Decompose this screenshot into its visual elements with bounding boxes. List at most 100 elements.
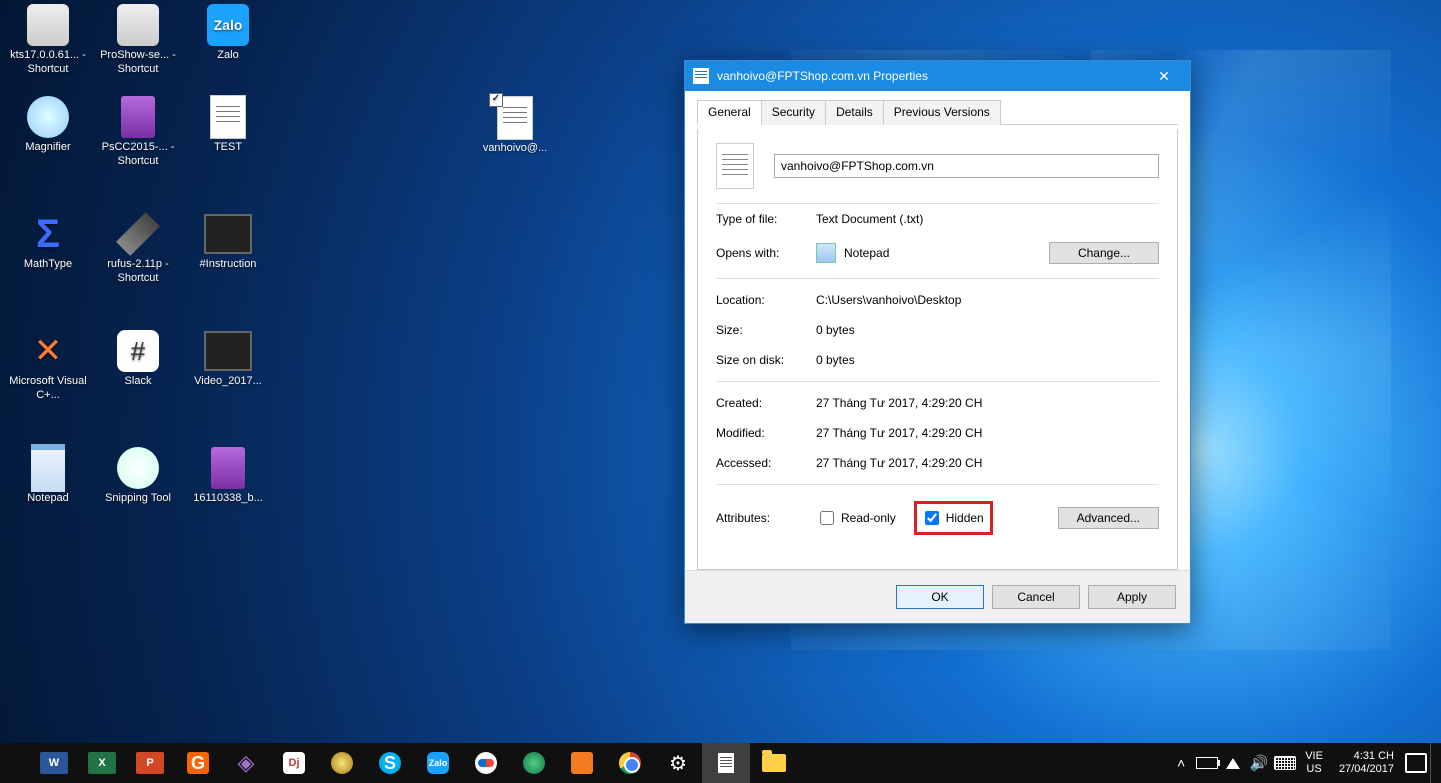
sigma-icon: Σ bbox=[36, 212, 60, 257]
apply-button[interactable]: Apply bbox=[1088, 585, 1176, 609]
desktop[interactable]: kts17.0.0.61... - Shortcut ProShow-se...… bbox=[0, 0, 1441, 783]
show-desktop-button[interactable] bbox=[1430, 743, 1437, 783]
modified-label: Modified: bbox=[716, 426, 816, 440]
tray-language[interactable]: VIE US bbox=[1299, 750, 1329, 776]
taskbar-zalo[interactable]: Zalo bbox=[414, 743, 462, 783]
teamviewer-icon bbox=[475, 752, 497, 774]
desktop-icon-rufus[interactable]: rufus-2.11p - Shortcut bbox=[93, 209, 183, 296]
close-button[interactable]: ✕ bbox=[1142, 61, 1186, 91]
desktop-icon-magnifier[interactable]: Magnifier bbox=[3, 92, 93, 179]
notification-icon bbox=[1405, 753, 1427, 773]
g-icon: G bbox=[187, 752, 209, 774]
tray-wifi[interactable] bbox=[1221, 743, 1245, 783]
taskbar-idm[interactable] bbox=[318, 743, 366, 783]
hidden-checkbox-wrap[interactable]: Hidden bbox=[921, 508, 984, 528]
desktop-icon-mathtype[interactable]: ΣMathType bbox=[3, 209, 93, 296]
hidden-checkbox[interactable] bbox=[925, 511, 939, 525]
taskbar: W X P G ◈ Dj S Zalo ⚙ ˄ 🔊 VIE US bbox=[0, 743, 1441, 783]
type-value: Text Document (.txt) bbox=[816, 212, 1159, 226]
desktop-icon-video2017[interactable]: Video_2017... bbox=[183, 326, 273, 413]
ok-button[interactable]: OK bbox=[896, 585, 984, 609]
taskbar-excel[interactable]: X bbox=[78, 743, 126, 783]
tab-security[interactable]: Security bbox=[761, 100, 826, 125]
tray-notifications[interactable] bbox=[1404, 743, 1428, 783]
scissors-icon bbox=[117, 447, 159, 489]
slack-icon: # bbox=[117, 330, 159, 372]
tray-volume[interactable]: 🔊 bbox=[1247, 743, 1271, 783]
green-app-icon bbox=[523, 752, 545, 774]
dialog-titlebar[interactable]: vanhoivo@FPTShop.com.vn Properties ✕ bbox=[685, 61, 1190, 91]
desktop-icon-msvc[interactable]: ✕Microsoft Visual C+... bbox=[3, 326, 93, 413]
desktop-icon-zalo[interactable]: ZaloZalo bbox=[183, 0, 273, 87]
tab-general[interactable]: General bbox=[697, 100, 762, 125]
system-tray: ˄ 🔊 VIE US 4:31 CH 27/04/2017 bbox=[1169, 743, 1441, 783]
idm-icon bbox=[331, 752, 353, 774]
tab-previous-versions[interactable]: Previous Versions bbox=[883, 100, 1001, 125]
wifi-icon bbox=[1226, 758, 1240, 769]
change-button[interactable]: Change... bbox=[1049, 242, 1159, 264]
gear-icon: ⚙ bbox=[669, 751, 687, 776]
taskbar-visualstudio[interactable]: ◈ bbox=[222, 743, 270, 783]
location-value: C:\Users\vanhoivo\Desktop bbox=[816, 293, 1159, 307]
taskbar-explorer[interactable] bbox=[750, 743, 798, 783]
word-icon: W bbox=[40, 752, 68, 774]
chevron-up-icon: ˄ bbox=[1177, 755, 1185, 771]
size-on-disk-value: 0 bytes bbox=[816, 353, 1159, 367]
taskbar-powerpoint[interactable]: P bbox=[126, 743, 174, 783]
cancel-button[interactable]: Cancel bbox=[992, 585, 1080, 609]
created-value: 27 Tháng Tư 2017, 4:29:20 CH bbox=[816, 396, 1159, 410]
taskbar-chrome[interactable] bbox=[606, 743, 654, 783]
tray-battery[interactable] bbox=[1195, 743, 1219, 783]
desktop-icon-kts[interactable]: kts17.0.0.61... - Shortcut bbox=[3, 0, 93, 87]
accessed-label: Accessed: bbox=[716, 456, 816, 470]
clock-time: 4:31 CH bbox=[1354, 750, 1394, 763]
type-label: Type of file: bbox=[716, 212, 816, 226]
attributes-label: Attributes: bbox=[716, 511, 816, 525]
tray-clock[interactable]: 4:31 CH 27/04/2017 bbox=[1331, 750, 1402, 776]
desktop-icon-test[interactable]: TEST bbox=[183, 92, 273, 179]
taskbar-orange[interactable] bbox=[558, 743, 606, 783]
modified-value: 27 Tháng Tư 2017, 4:29:20 CH bbox=[816, 426, 1159, 440]
selection-checkbox-icon: ✓ bbox=[489, 93, 503, 107]
excel-icon: X bbox=[88, 752, 116, 774]
taskbar-notepad-active[interactable] bbox=[702, 743, 750, 783]
taskbar-dtk[interactable] bbox=[510, 743, 558, 783]
dialog-title: vanhoivo@FPTShop.com.vn Properties bbox=[717, 69, 1142, 83]
filename-input[interactable] bbox=[774, 154, 1159, 178]
usb-icon bbox=[116, 212, 160, 256]
accessed-value: 27 Tháng Tư 2017, 4:29:20 CH bbox=[816, 456, 1159, 470]
taskbar-dj[interactable]: Dj bbox=[270, 743, 318, 783]
tray-keyboard[interactable] bbox=[1273, 743, 1297, 783]
properties-dialog: vanhoivo@FPTShop.com.vn Properties ✕ Gen… bbox=[684, 60, 1191, 624]
visual-c-icon: ✕ bbox=[34, 331, 63, 371]
size-on-disk-label: Size on disk: bbox=[716, 353, 816, 367]
hidden-label: Hidden bbox=[946, 511, 984, 525]
folder-icon bbox=[762, 754, 786, 772]
advanced-button[interactable]: Advanced... bbox=[1058, 507, 1159, 529]
skype-icon: S bbox=[379, 752, 401, 774]
taskbar-settings[interactable]: ⚙ bbox=[654, 743, 702, 783]
taskbar-skype[interactable]: S bbox=[366, 743, 414, 783]
desktop-icon-16110338[interactable]: 16110338_b... bbox=[183, 443, 273, 530]
desktop-icon-vanhoivo-file[interactable]: ✓ vanhoivo@... bbox=[470, 95, 560, 180]
desktop-icon-slack[interactable]: #Slack bbox=[93, 326, 183, 413]
dj-icon: Dj bbox=[283, 752, 305, 774]
readonly-checkbox-wrap[interactable]: Read-only bbox=[816, 508, 896, 528]
speaker-icon: 🔊 bbox=[1250, 754, 1269, 772]
document-icon bbox=[718, 753, 734, 773]
desktop-icon-snippingtool[interactable]: Snipping Tool bbox=[93, 443, 183, 530]
taskbar-g[interactable]: G bbox=[174, 743, 222, 783]
created-label: Created: bbox=[716, 396, 816, 410]
desktop-icon-instruction[interactable]: #Instruction bbox=[183, 209, 273, 296]
desktop-icon-notepad[interactable]: Notepad bbox=[3, 443, 93, 530]
opens-with-value: Notepad bbox=[844, 246, 889, 260]
taskbar-word[interactable]: W bbox=[30, 743, 78, 783]
clock-date: 27/04/2017 bbox=[1339, 763, 1394, 776]
desktop-icon-pscc[interactable]: PsCC2015-... - Shortcut bbox=[93, 92, 183, 179]
tab-details[interactable]: Details bbox=[825, 100, 884, 125]
taskbar-teamviewer[interactable] bbox=[462, 743, 510, 783]
tray-overflow[interactable]: ˄ bbox=[1169, 743, 1193, 783]
readonly-label: Read-only bbox=[841, 511, 896, 525]
readonly-checkbox[interactable] bbox=[820, 511, 834, 525]
desktop-icon-proshow[interactable]: ProShow-se... - Shortcut bbox=[93, 0, 183, 87]
